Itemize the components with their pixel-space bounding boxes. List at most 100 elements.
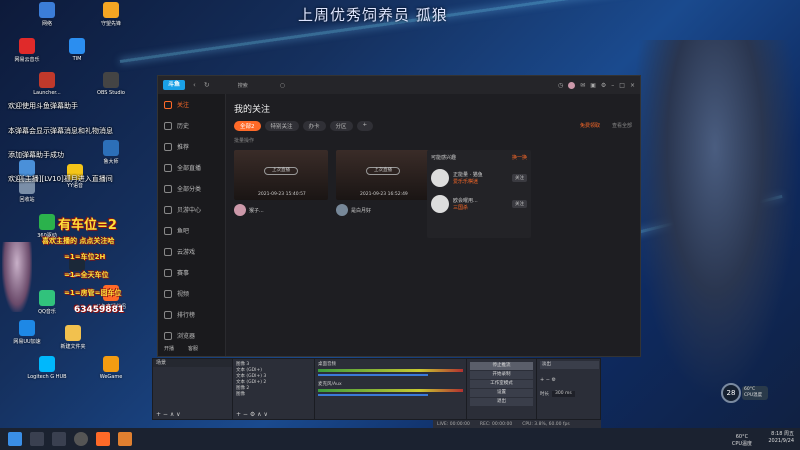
- close-icon[interactable]: ×: [630, 82, 635, 89]
- sidebar-icon: [164, 289, 172, 298]
- settings-icon[interactable]: ⚙: [601, 82, 606, 89]
- app-taskbar-icon[interactable]: [118, 432, 132, 446]
- refresh-icon[interactable]: ↻: [204, 81, 210, 89]
- desktop-icon[interactable]: TIM: [50, 38, 104, 62]
- app-icon: [103, 72, 119, 88]
- desktop-icon[interactable]: 守望先锋: [84, 2, 138, 27]
- windows-start-icon[interactable]: [8, 432, 22, 446]
- main-content: 我的关注 全部2 特别关注 办卡 分区 + 批量操作 免费领取 查看全部 上次直播 20…: [226, 94, 640, 356]
- desktop-icon[interactable]: Logitech G HUB: [20, 356, 74, 380]
- transition-add-button[interactable]: + − ⚙: [540, 377, 599, 383]
- search-input[interactable]: 搜索: [238, 82, 248, 89]
- batch-manage-link[interactable]: 批量操作: [234, 137, 632, 144]
- obs-taskbar-icon[interactable]: [74, 432, 88, 446]
- user-avatar[interactable]: [568, 81, 576, 89]
- sidebar-icon: [164, 142, 172, 151]
- free-claim-link[interactable]: 免费领取: [580, 122, 600, 129]
- sidebar-item[interactable]: 全部直播: [158, 157, 225, 178]
- follow-button[interactable]: 关注: [512, 200, 527, 208]
- sidebar-icon: [164, 268, 172, 277]
- view-all-link[interactable]: 查看全部: [612, 122, 632, 129]
- desktop-icon[interactable]: 新建文件夹: [46, 325, 100, 350]
- control-button[interactable]: 工作室模式: [470, 380, 533, 388]
- rec-name: 正能量 · 猫鱼: [453, 172, 483, 178]
- app-icon: [103, 140, 119, 156]
- desktop-icon[interactable]: 网易云音乐: [0, 38, 54, 63]
- sidebar-item[interactable]: 浏览器: [158, 325, 225, 346]
- taskbar: 60°C CPU温度 8:18 周五 2021/9/24: [0, 428, 800, 450]
- volume-slider[interactable]: [318, 394, 428, 396]
- sidebar-icon: [164, 226, 172, 235]
- sidebar: 关注 历史推荐全部直播 全部分类 贝游中心 鱼吧 云游戏 赛事视频排行榜 浏览器 开播 客服: [158, 94, 226, 356]
- app-icon: [39, 356, 55, 372]
- sidebar-item[interactable]: 赛事: [158, 262, 225, 283]
- card-thumbnail[interactable]: 上次直播 2021-09-23 16:52:49: [336, 150, 430, 200]
- start-live-button[interactable]: 开播: [164, 345, 174, 352]
- douyu-logo[interactable]: 斗鱼: [163, 80, 185, 90]
- volume-slider[interactable]: [318, 374, 428, 376]
- sidebar-item[interactable]: 排行榜: [158, 304, 225, 325]
- avatar: [336, 204, 348, 216]
- follow-button[interactable]: 关注: [512, 174, 527, 182]
- task-view-icon[interactable]: [52, 432, 66, 446]
- avatar: [431, 169, 449, 187]
- source-add-button[interactable]: + − ⚙ ∧ ∨: [236, 411, 268, 418]
- customer-service-button[interactable]: 客服: [188, 345, 198, 352]
- sidebar-item-label: 推荐: [177, 144, 190, 151]
- duration-input[interactable]: 300 ms: [552, 391, 575, 397]
- sidebar-item[interactable]: 关注: [158, 94, 225, 115]
- filter-chip[interactable]: 特别关注: [264, 121, 299, 131]
- add-group-button[interactable]: +: [356, 121, 374, 131]
- desktop-icon[interactable]: OBS Studio: [84, 72, 138, 96]
- sidebar-item[interactable]: 全部分类: [158, 178, 225, 199]
- search-icon[interactable]: ○: [280, 82, 285, 89]
- recommend-panel: 可能感兴趣 换一换 正能量 · 猫鱼 爱乐乐棋迷 关注 欧会曜用... 三国杀 关注: [427, 150, 531, 238]
- system-clock[interactable]: 8:18 周五 2021/9/24: [768, 431, 794, 445]
- cpu-gauge[interactable]: 28: [721, 383, 741, 403]
- history-icon[interactable]: ◷: [558, 82, 563, 89]
- follow-card[interactable]: 上次直播 2021-09-23 16:52:49 是白月好: [336, 150, 430, 216]
- source-item[interactable]: 图像: [233, 391, 314, 397]
- sidebar-item-label: 视频: [177, 291, 190, 298]
- promo-item: =1=全天车位: [64, 271, 109, 279]
- app-icon: [39, 2, 55, 18]
- recommend-item[interactable]: 正能量 · 猫鱼 爱乐乐棋迷 关注: [431, 169, 527, 187]
- desktop-icon[interactable]: 网络: [20, 2, 74, 27]
- desktop-icon[interactable]: 鲁大师: [84, 140, 138, 165]
- maximize-icon[interactable]: □: [619, 82, 625, 89]
- scene-add-button[interactable]: + − ∧ ∨: [156, 411, 181, 418]
- control-button[interactable]: 开始录制: [470, 371, 533, 379]
- bag-icon[interactable]: ▣: [590, 82, 596, 89]
- sidebar-item[interactable]: 视频: [158, 283, 225, 304]
- filter-chip[interactable]: 办卡: [302, 121, 326, 131]
- transition-select[interactable]: 淡出: [540, 361, 599, 369]
- sidebar-item[interactable]: 推荐: [158, 136, 225, 157]
- follow-card[interactable]: 上次直播 2021-09-23 15:40:57 猴子...: [234, 150, 328, 216]
- douyu-taskbar-icon[interactable]: [96, 432, 110, 446]
- sidebar-item[interactable]: 贝游中心: [158, 199, 225, 220]
- desktop-icon[interactable]: WeGame: [84, 356, 138, 380]
- app-icon: [65, 325, 81, 341]
- scenes-panel: 场景 + − ∧ ∨: [153, 359, 233, 419]
- sidebar-item[interactable]: 鱼吧: [158, 220, 225, 241]
- filter-chip[interactable]: 分区: [329, 121, 353, 131]
- filter-chip[interactable]: 全部2: [234, 121, 261, 131]
- recommend-item[interactable]: 欧会曜用... 三国杀 关注: [431, 195, 527, 213]
- control-button[interactable]: 设置: [470, 389, 533, 397]
- last-live-time: 2021-09-23 15:40:57: [258, 192, 306, 197]
- sidebar-item[interactable]: 云游戏: [158, 241, 225, 262]
- app-icon: [103, 356, 119, 372]
- refresh-link[interactable]: 换一换: [512, 154, 527, 161]
- desktop-icon[interactable]: Launcher...: [20, 72, 74, 96]
- search-icon[interactable]: [30, 432, 44, 446]
- control-button[interactable]: 停止推流: [470, 362, 533, 370]
- title-bar: 斗鱼 ‹ ↻ 搜索 ○ ◷ ✉ ▣ ⚙ – □ ×: [158, 76, 640, 94]
- window-controls: ◷ ✉ ▣ ⚙ – □ ×: [558, 81, 635, 89]
- message-icon[interactable]: ✉: [580, 82, 585, 89]
- minimize-icon[interactable]: –: [611, 82, 614, 89]
- sidebar-item[interactable]: 历史: [158, 115, 225, 136]
- control-button[interactable]: 退出: [470, 398, 533, 406]
- card-thumbnail[interactable]: 上次直播 2021-09-23 15:40:57: [234, 150, 328, 200]
- transitions-panel: 淡出 + − ⚙ 时长 300 ms: [537, 359, 602, 419]
- back-icon[interactable]: ‹: [193, 81, 196, 89]
